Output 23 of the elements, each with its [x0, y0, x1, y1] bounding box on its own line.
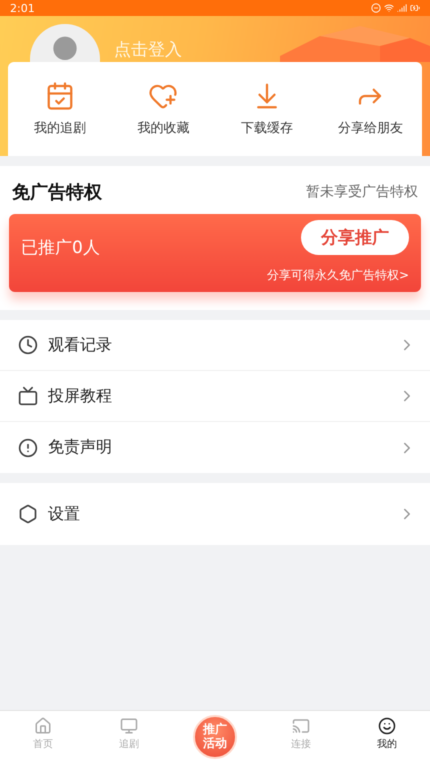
share-button[interactable]: 分享推广: [301, 220, 409, 255]
nav-tab[interactable]: 我的: [344, 711, 430, 766]
privilege-status: 暂未享受广告特权: [306, 183, 418, 201]
nav-icon: [34, 717, 52, 735]
section-title: 免广告特权: [12, 181, 102, 204]
shortcut-button[interactable]: 我的收藏: [112, 77, 215, 141]
settings-icon: [18, 504, 38, 524]
battery-icon: [410, 3, 420, 13]
menu-icon: [18, 386, 38, 406]
wifi-icon: [384, 3, 394, 13]
do-not-disturb-icon: [371, 3, 381, 13]
shortcut-icon: [44, 81, 75, 111]
nav-icon: [378, 717, 396, 735]
menu-icon: [18, 335, 38, 355]
menu-icon: [18, 438, 38, 458]
nav-icon: [120, 717, 138, 735]
shortcut-button[interactable]: 分享给朋友: [318, 77, 422, 141]
nav-icon: [292, 717, 310, 735]
shortcut-button[interactable]: 我的追剧: [8, 77, 112, 141]
shortcut-button[interactable]: 下载缓存: [215, 77, 318, 141]
status-time: 2:01: [10, 2, 35, 14]
promoted-count: 已推广0人: [21, 237, 100, 260]
signal-icon: [397, 3, 407, 13]
